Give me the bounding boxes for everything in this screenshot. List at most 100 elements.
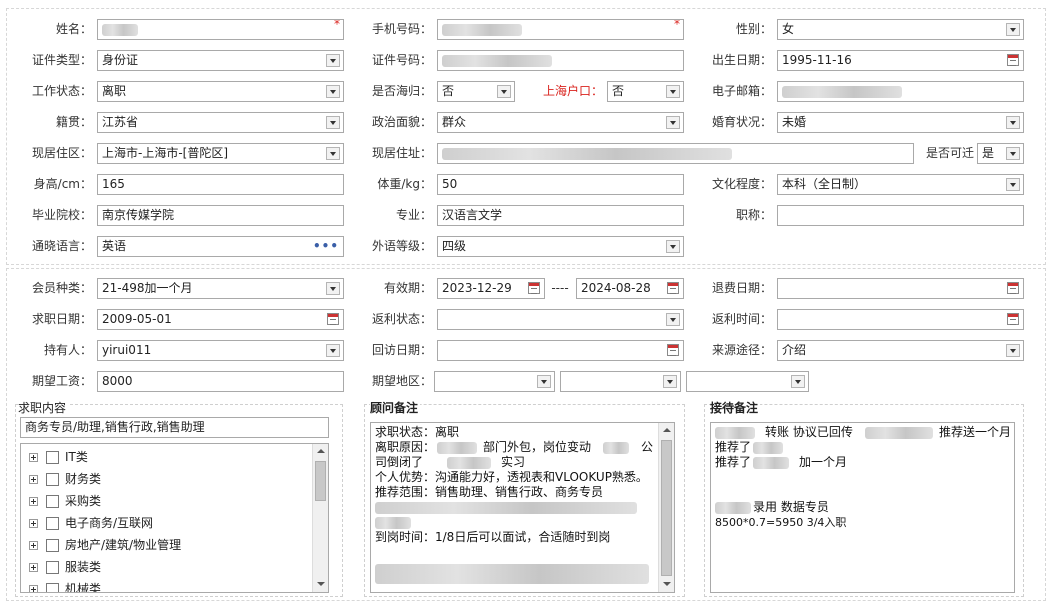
reception-notes-title: 接待备注 bbox=[710, 399, 761, 416]
calendar-icon[interactable] bbox=[1007, 282, 1019, 294]
calendar-icon[interactable] bbox=[1007, 313, 1019, 325]
region-select-3[interactable] bbox=[686, 371, 809, 392]
gender-select[interactable]: 女 bbox=[777, 19, 1024, 40]
birth-date-input[interactable]: 1995-11-16 bbox=[777, 50, 1024, 71]
region-select-1[interactable] bbox=[434, 371, 555, 392]
tree-item[interactable]: 房地产/建筑/物业管理 bbox=[29, 534, 181, 556]
calendar-icon[interactable] bbox=[327, 313, 339, 325]
valid-label: 有效期： bbox=[383, 281, 432, 295]
expand-icon[interactable] bbox=[29, 497, 38, 506]
education-label: 文化程度： bbox=[711, 177, 772, 191]
residence-area-select[interactable]: 上海市-上海市-[普陀区] bbox=[97, 143, 344, 164]
checkbox[interactable] bbox=[46, 473, 59, 486]
job-content-selected-input[interactable]: 商务专员/助理,销售行政,销售助理 bbox=[20, 417, 329, 438]
political-select[interactable]: 群众 bbox=[437, 112, 684, 133]
more-icon[interactable]: ••• bbox=[313, 237, 339, 256]
job-date-input[interactable]: 2009-05-01 bbox=[97, 309, 344, 330]
region-select-2[interactable] bbox=[560, 371, 681, 392]
note-line: 到岗时间：1/8日后可以面试，合适随时到岗 bbox=[375, 530, 611, 544]
tree-item[interactable]: 采购类 bbox=[29, 490, 101, 512]
idtype-select[interactable]: 身份证 bbox=[97, 50, 344, 71]
email-input[interactable] bbox=[777, 81, 1024, 102]
idno-input[interactable] bbox=[437, 50, 684, 71]
height-input[interactable]: 165 bbox=[97, 174, 344, 195]
consultant-notes-textarea[interactable]: 求职状态：离职 离职原因： 部门外包，岗位变动 公 司倒闭了 实习 个人优势：沟… bbox=[370, 422, 675, 593]
chevron-down-icon bbox=[326, 147, 340, 160]
tree-item[interactable]: IT类 bbox=[29, 446, 88, 468]
source-select[interactable]: 介绍 bbox=[777, 340, 1024, 361]
chevron-down-icon bbox=[666, 116, 680, 129]
tree-item-label: 机械类 bbox=[65, 582, 102, 593]
language-input[interactable]: 英语 ••• bbox=[97, 236, 344, 257]
refund-date-input[interactable] bbox=[777, 278, 1024, 299]
title-input[interactable] bbox=[777, 205, 1024, 226]
calendar-icon[interactable] bbox=[667, 282, 679, 294]
chevron-down-icon bbox=[1006, 147, 1020, 160]
rebate-time-input[interactable] bbox=[777, 309, 1024, 330]
note-line bbox=[375, 515, 654, 530]
calendar-icon[interactable] bbox=[667, 344, 679, 356]
school-label: 毕业院校： bbox=[31, 208, 92, 222]
can-transport-select[interactable]: 是 bbox=[977, 143, 1024, 164]
height-label: 身高/cm： bbox=[33, 177, 92, 191]
salary-input[interactable]: 8000 bbox=[97, 371, 344, 392]
tree-item[interactable]: 机械类 bbox=[29, 578, 102, 593]
foreign-level-select[interactable]: 四级 bbox=[437, 236, 684, 257]
school-input[interactable]: 南京传媒学院 bbox=[97, 205, 344, 226]
marital-value: 未婚 bbox=[782, 115, 807, 129]
scroll-thumb[interactable] bbox=[661, 440, 672, 576]
holder-select[interactable]: yirui011 bbox=[97, 340, 344, 361]
height-value: 165 bbox=[102, 177, 125, 191]
tree-item[interactable]: 服装类 bbox=[29, 556, 101, 578]
checkbox[interactable] bbox=[46, 561, 59, 574]
scroll-thumb[interactable] bbox=[315, 461, 326, 501]
checkbox[interactable] bbox=[46, 583, 59, 592]
salary-value: 8000 bbox=[102, 374, 133, 388]
scroll-down-icon[interactable] bbox=[313, 577, 328, 592]
shanghai-hukou-select[interactable]: 否 bbox=[607, 81, 684, 102]
expand-icon[interactable] bbox=[29, 585, 38, 592]
rebate-status-select[interactable] bbox=[437, 309, 684, 330]
residence-address-input[interactable] bbox=[437, 143, 914, 164]
note-text: 部门外包，岗位变动 bbox=[483, 440, 592, 454]
phone-input[interactable]: * bbox=[437, 19, 684, 40]
major-input[interactable]: 汉语言文学 bbox=[437, 205, 684, 226]
note-text: 转账 协议已回传 bbox=[765, 425, 853, 439]
education-select[interactable]: 本科（全日制） bbox=[777, 174, 1024, 195]
residence-area-value: 上海市-上海市-[普陀区] bbox=[102, 146, 229, 160]
expand-icon[interactable] bbox=[29, 519, 38, 528]
workstatus-select[interactable]: 离职 bbox=[97, 81, 344, 102]
valid-to-input[interactable]: 2024-08-28 bbox=[576, 278, 684, 299]
expand-icon[interactable] bbox=[29, 563, 38, 572]
weight-input[interactable]: 50 bbox=[437, 174, 684, 195]
marital-select[interactable]: 未婚 bbox=[777, 112, 1024, 133]
name-input[interactable]: * bbox=[97, 19, 344, 40]
political-label: 政治面貌： bbox=[371, 115, 432, 129]
tree-item[interactable]: 电子商务/互联网 bbox=[29, 512, 153, 534]
notes-scrollbar[interactable] bbox=[658, 423, 674, 592]
valid-from-input[interactable]: 2023-12-29 bbox=[437, 278, 545, 299]
shanghai-hukou-value: 否 bbox=[612, 84, 625, 98]
checkbox[interactable] bbox=[46, 539, 59, 552]
checkbox[interactable] bbox=[46, 451, 59, 464]
checkbox[interactable] bbox=[46, 495, 59, 508]
reception-notes-textarea[interactable]: 转账 协议已回传 推荐送一个月 推荐了 推荐了 加一个月 录用 数据专员 850… bbox=[710, 422, 1015, 593]
expand-icon[interactable] bbox=[29, 475, 38, 484]
returnee-select[interactable]: 否 bbox=[437, 81, 515, 102]
scroll-up-icon[interactable] bbox=[313, 444, 328, 459]
checkbox[interactable] bbox=[46, 517, 59, 530]
scroll-up-icon[interactable] bbox=[659, 423, 674, 438]
tree-scrollbar[interactable] bbox=[312, 444, 328, 592]
member-type-select[interactable]: 21-498加一个月 bbox=[97, 278, 344, 299]
scroll-down-icon[interactable] bbox=[659, 577, 674, 592]
expand-icon[interactable] bbox=[29, 541, 38, 550]
calendar-icon[interactable] bbox=[528, 282, 540, 294]
chevron-down-icon bbox=[326, 282, 340, 295]
revisit-date-input[interactable] bbox=[437, 340, 684, 361]
calendar-icon[interactable] bbox=[1007, 54, 1019, 66]
tree-item[interactable]: 财务类 bbox=[29, 468, 101, 490]
job-category-tree[interactable]: IT类 财务类 采购类 电子商务/互联网 房地产/建筑/物业管理 服装类 机械类 bbox=[20, 443, 329, 593]
consultant-notes-title: 顾问备注 bbox=[370, 399, 421, 416]
native-select[interactable]: 江苏省 bbox=[97, 112, 344, 133]
expand-icon[interactable] bbox=[29, 453, 38, 462]
